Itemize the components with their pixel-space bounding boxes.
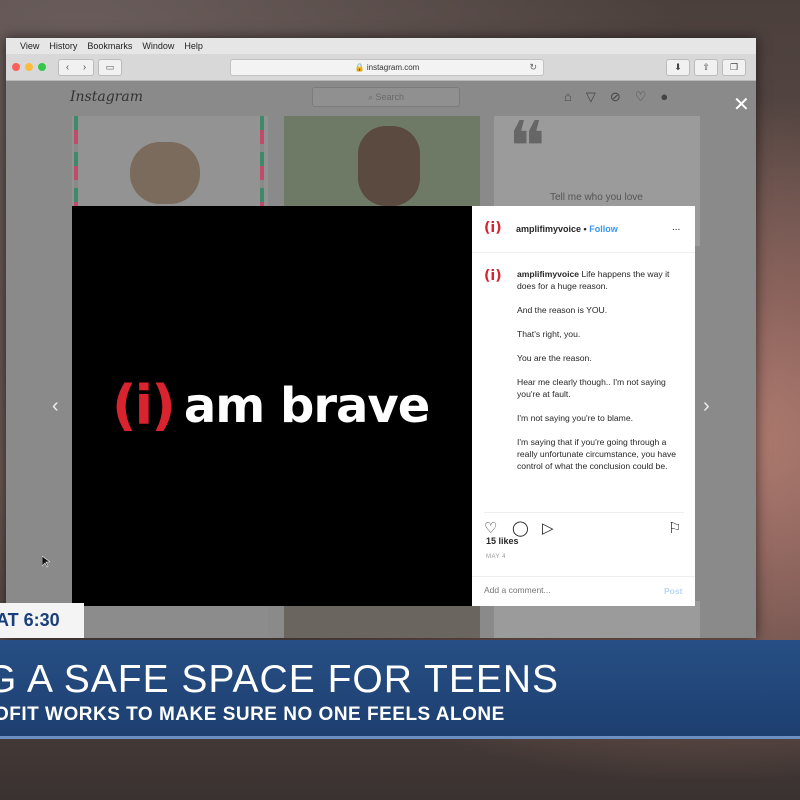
reload-icon[interactable]: ↻ bbox=[529, 60, 537, 75]
bookmark-icon[interactable]: ⚐ bbox=[668, 519, 681, 537]
grid-tile-bottom-mid[interactable] bbox=[284, 601, 480, 638]
banner-divider bbox=[0, 736, 800, 739]
instagram-logo[interactable]: Instagram bbox=[70, 89, 143, 105]
brand-logo: (i) bbox=[112, 374, 176, 437]
comment-input[interactable] bbox=[484, 585, 644, 595]
caption-line: You are the reason. bbox=[517, 353, 592, 363]
news-banner: G A SAFE SPACE FOR TEENS OFIT WORKS TO M… bbox=[0, 640, 800, 736]
nav-buttons: ‹ › bbox=[58, 59, 94, 76]
search-input[interactable]: ⌕ Search bbox=[312, 87, 460, 107]
minimize-window-button[interactable] bbox=[25, 63, 33, 71]
back-icon[interactable]: ‹ bbox=[66, 62, 69, 73]
caption-line: I'm saying that if you're going through … bbox=[517, 437, 677, 471]
post-caption: amplifimyvoice Life happens the way it d… bbox=[517, 268, 687, 484]
share-icon[interactable]: ⇧ bbox=[694, 59, 718, 76]
heart-icon[interactable]: ♡ bbox=[635, 89, 647, 105]
menu-bar: View History Bookmarks Window Help bbox=[6, 38, 756, 54]
share-post-icon[interactable]: ▷ bbox=[542, 519, 554, 537]
post-actions: ♡ ◯ ▷ ⚐ bbox=[484, 512, 684, 537]
caption-avatar[interactable]: (i) bbox=[484, 268, 502, 284]
i-am-brave-graphic: (i) am brave bbox=[112, 374, 430, 437]
caption-username[interactable]: amplifimyvoice bbox=[517, 269, 579, 279]
caption-line: That's right, you. bbox=[517, 329, 581, 339]
caption-line: I'm not saying you're to blame. bbox=[517, 413, 634, 423]
search-placeholder: Search bbox=[375, 92, 405, 102]
instagram-nav-icons: ⌂ ▽ ⊘ ♡ ● bbox=[564, 89, 668, 105]
url-text: instagram.com bbox=[366, 63, 420, 72]
portrait-image bbox=[358, 126, 420, 206]
close-icon[interactable]: ✕ bbox=[733, 92, 750, 117]
grid-tile-bottom-left[interactable] bbox=[72, 601, 268, 638]
menu-help[interactable]: Help bbox=[184, 41, 203, 51]
post-image: (i) am brave bbox=[72, 206, 472, 606]
caption-line: And the reason is YOU. bbox=[517, 305, 608, 315]
post-header: (i) amplifimyvoice • Follow ... bbox=[472, 206, 695, 253]
time-tag: AT 6:30 bbox=[0, 603, 84, 638]
follow-button[interactable]: Follow bbox=[589, 224, 618, 234]
post-username: amplifimyvoice • Follow bbox=[516, 224, 618, 234]
news-headline: G A SAFE SPACE FOR TEENS bbox=[0, 658, 560, 701]
forward-icon[interactable]: › bbox=[83, 62, 86, 73]
next-post-icon[interactable]: › bbox=[703, 395, 710, 418]
post-comment-button[interactable]: Post bbox=[664, 586, 682, 596]
caption-line: Hear me clearly though.. I'm not saying … bbox=[517, 377, 666, 399]
sidebar-toggle-icon[interactable]: ▭ bbox=[98, 59, 122, 76]
avatar[interactable]: (i) bbox=[484, 220, 502, 236]
close-window-button[interactable] bbox=[12, 63, 20, 71]
news-subhead: OFIT WORKS TO MAKE SURE NO ONE FEELS ALO… bbox=[0, 704, 505, 725]
direct-icon[interactable]: ▽ bbox=[586, 89, 596, 105]
menu-bookmarks[interactable]: Bookmarks bbox=[87, 41, 132, 51]
tabs-icon[interactable]: ❐ bbox=[722, 59, 746, 76]
pug-image bbox=[130, 142, 200, 204]
window-controls bbox=[12, 63, 46, 71]
previous-post-icon[interactable]: ‹ bbox=[52, 395, 59, 418]
home-icon[interactable]: ⌂ bbox=[564, 89, 572, 105]
more-options-icon[interactable]: ... bbox=[672, 222, 680, 233]
comment-icon[interactable]: ◯ bbox=[512, 519, 529, 537]
menu-view[interactable]: View bbox=[20, 41, 39, 51]
post-date: MAY 4 bbox=[486, 554, 506, 560]
quote-icon: ❝ bbox=[508, 106, 546, 188]
like-icon[interactable]: ♡ bbox=[484, 519, 497, 537]
likes-count[interactable]: 15 likes bbox=[486, 536, 519, 546]
brave-text: am brave bbox=[183, 377, 430, 434]
address-bar[interactable]: 🔒 instagram.com ↻ bbox=[230, 59, 544, 76]
zoom-window-button[interactable] bbox=[38, 63, 46, 71]
download-icon[interactable]: ⬇ bbox=[666, 59, 690, 76]
browser-toolbar: ‹ › ▭ 🔒 instagram.com ↻ ⬇ ⇧ ❐ bbox=[6, 54, 756, 81]
post-sidebar: (i) amplifimyvoice • Follow ... (i) ampl… bbox=[472, 206, 695, 606]
menu-history[interactable]: History bbox=[49, 41, 77, 51]
username-link[interactable]: amplifimyvoice bbox=[516, 224, 581, 234]
explore-icon[interactable]: ⊘ bbox=[610, 89, 621, 105]
lock-icon: 🔒 bbox=[354, 63, 365, 72]
instagram-header: Instagram ⌕ Search ⌂ ▽ ⊘ ♡ ● bbox=[6, 81, 756, 115]
menu-window[interactable]: Window bbox=[142, 41, 174, 51]
comment-bar: Post bbox=[472, 576, 695, 607]
profile-icon[interactable]: ● bbox=[660, 89, 668, 105]
quote-text: Tell me who you love bbox=[550, 192, 643, 203]
separator: • bbox=[583, 224, 587, 234]
search-icon: ⌕ bbox=[367, 92, 376, 102]
